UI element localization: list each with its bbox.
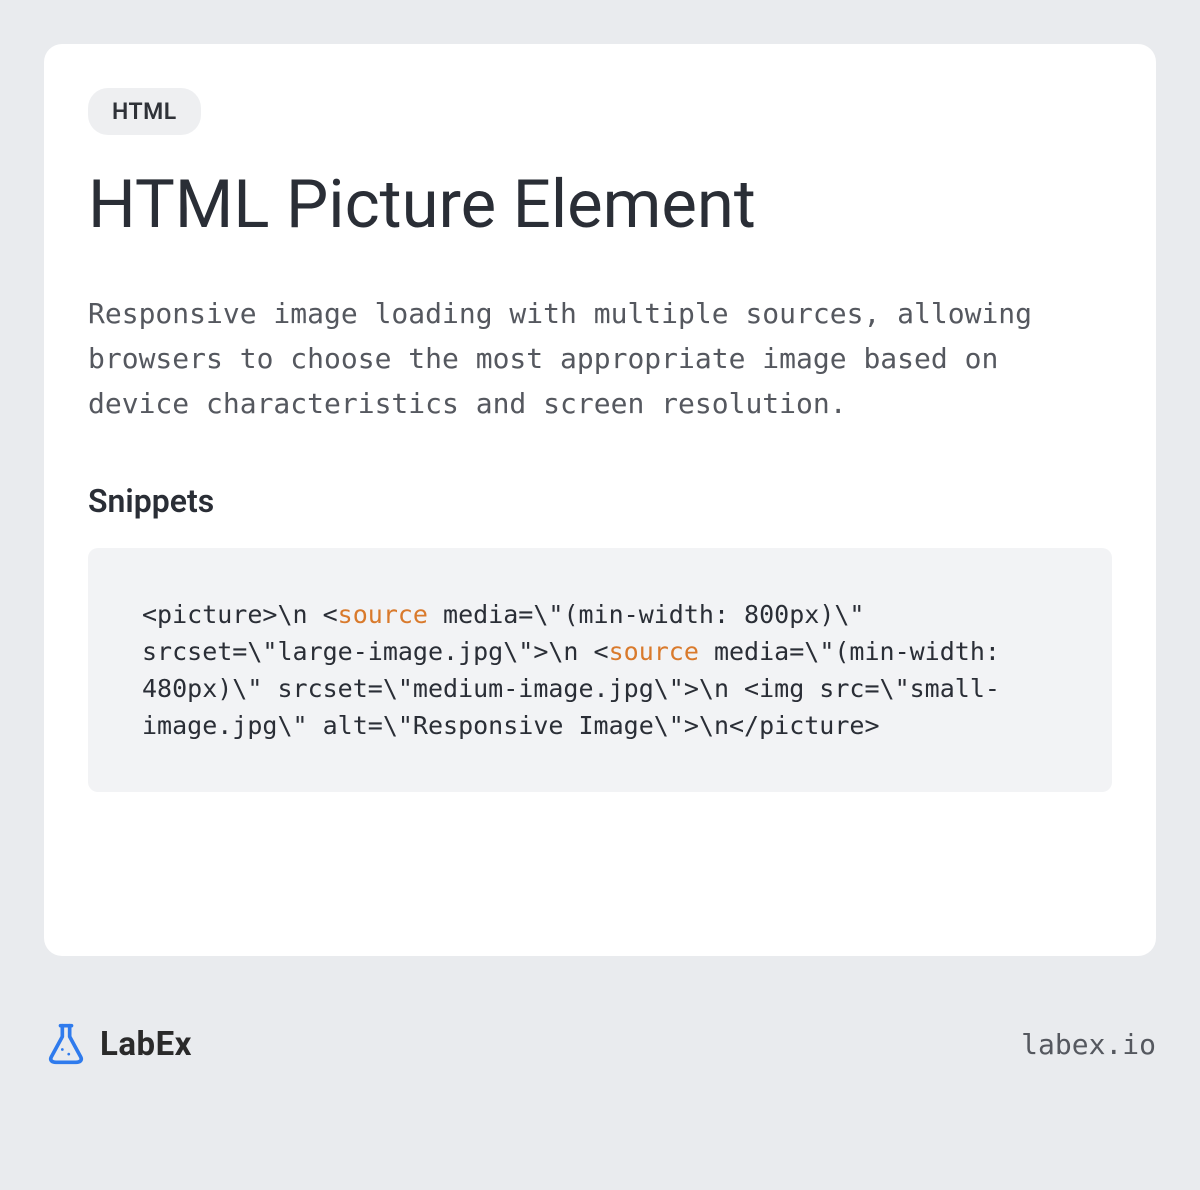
brand-name: LabEx: [100, 1025, 192, 1064]
page-title: HTML Picture Element: [88, 167, 1112, 244]
code-text: <picture>\n <: [142, 600, 338, 629]
code-snippet-block: <picture>\n <source media=\"(min-width: …: [88, 548, 1112, 792]
flask-icon: [44, 1022, 88, 1066]
code-highlight: source: [338, 600, 428, 629]
snippets-heading: Snippets: [88, 482, 1112, 520]
footer: LabEx labex.io: [44, 1004, 1156, 1084]
brand: LabEx: [44, 1022, 192, 1066]
description-text: Responsive image loading with multiple s…: [88, 292, 1112, 426]
language-tag: HTML: [88, 88, 201, 135]
content-card: HTML HTML Picture Element Responsive ima…: [44, 44, 1156, 956]
code-highlight: source: [609, 637, 699, 666]
site-url: labex.io: [1021, 1028, 1156, 1061]
